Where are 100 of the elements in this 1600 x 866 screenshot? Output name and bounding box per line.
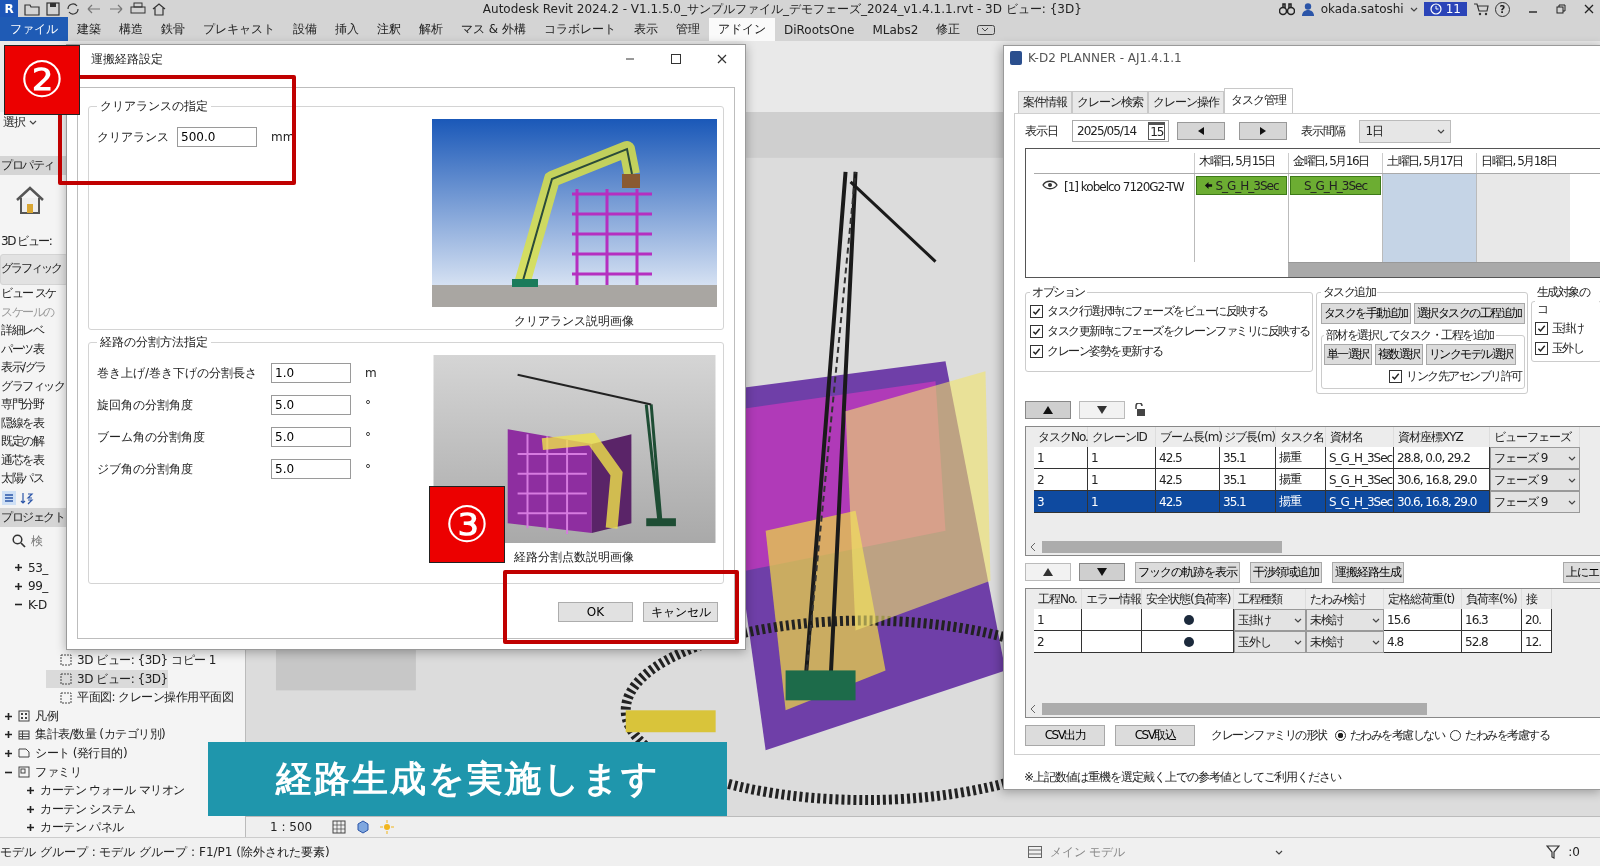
tree-item[interactable]: 凡例 xyxy=(4,706,58,726)
field-label: 旋回角の分割角度 xyxy=(97,396,194,414)
tree-item[interactable]: カーテン システム xyxy=(26,799,136,819)
ribbon-tab[interactable]: 注釈 xyxy=(368,18,410,41)
group-title: 経路の分割方法指定 xyxy=(99,334,209,351)
ribbon-tab[interactable]: DiRootsOne xyxy=(775,19,864,40)
group-title: クリアランスの指定 xyxy=(99,98,209,115)
binoculars-icon[interactable] xyxy=(1278,2,1295,16)
expand-icon[interactable] xyxy=(14,563,23,573)
clearance-field[interactable]: 500.0 xyxy=(177,127,257,147)
caret-icon xyxy=(29,120,37,126)
close-icon[interactable] xyxy=(717,54,727,64)
save-icon[interactable] xyxy=(46,2,60,16)
tab[interactable]: クレーン操作 xyxy=(1148,91,1224,113)
user-icon[interactable] xyxy=(1300,2,1315,16)
field-label: 巻き上げ/巻き下げの分割長さ xyxy=(97,364,259,382)
tree-item[interactable]: 平面図: クレーン操作用平面図 xyxy=(46,688,234,707)
field-label: ブーム角の分割角度 xyxy=(97,428,206,446)
detail-level-icon[interactable] xyxy=(332,820,347,834)
notification-button[interactable]: 11 xyxy=(1423,2,1467,16)
redo-icon[interactable] xyxy=(108,3,124,15)
ribbon-tab[interactable]: マス & 外構 xyxy=(452,18,535,41)
ribbon-tab[interactable]: 挿入 xyxy=(326,18,368,41)
panel-toggle-icon[interactable] xyxy=(977,24,996,35)
tree-item[interactable]: 53_ xyxy=(14,558,48,577)
tab[interactable]: タスク管理 xyxy=(1224,88,1293,113)
property-row-text: パーツ表 xyxy=(0,340,43,358)
ribbon-tab[interactable]: コラボレート xyxy=(535,18,625,41)
app-icon xyxy=(1010,51,1022,65)
user-name[interactable]: okada.satoshi xyxy=(1320,2,1404,16)
family-icon xyxy=(18,766,30,778)
view-icon xyxy=(60,673,72,686)
property-row-text: 隠線を表 xyxy=(0,414,43,432)
property-row-text: ビュー スケ xyxy=(0,285,56,303)
search-icon xyxy=(12,534,26,549)
search-field[interactable]: 検 xyxy=(31,534,59,549)
workset-icon[interactable] xyxy=(1027,846,1042,858)
select-dropdown[interactable]: 選択 xyxy=(3,114,37,132)
app-logo: R xyxy=(0,0,18,18)
tree-item[interactable]: 3D ビュー: {3D} xyxy=(46,669,168,689)
ribbon-tab[interactable]: 修正 xyxy=(927,18,970,41)
expand-icon[interactable] xyxy=(26,823,35,833)
expand-icon[interactable] xyxy=(4,730,13,740)
scale-label[interactable]: 1 : 500 xyxy=(270,820,313,834)
window-title: Autodesk Revit 2024.2 - V1.1.5.0_サンプルファイル_デモフェーズ_2024_v1.4.1.1.rvt - 3D ビュー: {3D} xyxy=(481,0,1082,18)
legend-icon xyxy=(18,710,30,723)
property-row-text: 太陽パス xyxy=(0,470,43,488)
ribbon-tab[interactable]: 設備 xyxy=(284,18,326,41)
expand-icon[interactable] xyxy=(26,804,35,814)
tree-item[interactable]: 3D ビュー: {3D} コピー 1 xyxy=(46,651,216,670)
ribbon-tab[interactable]: 表示 xyxy=(625,18,667,41)
caret-icon xyxy=(1275,849,1284,855)
home-icon[interactable] xyxy=(152,2,166,16)
property-row-text: 通芯を表 xyxy=(0,451,43,469)
cube-icon[interactable] xyxy=(356,820,371,834)
tab[interactable]: クレーン検索 xyxy=(1072,91,1148,113)
property-row-text: 表示/グラ xyxy=(0,359,46,377)
ribbon-tab[interactable]: 解析 xyxy=(410,18,452,41)
status-text: モデル グループ : モデル グループ : F1/P1 (除外された要素) xyxy=(0,843,330,861)
tab[interactable]: 案件情報 xyxy=(1018,91,1072,113)
ribbon-tab[interactable]: 鉄骨 xyxy=(152,18,194,41)
category-sort-icon[interactable] xyxy=(2,490,16,505)
sync-icon[interactable] xyxy=(66,2,80,16)
undo-icon[interactable] xyxy=(86,3,102,15)
ribbon-tab[interactable]: ファイル xyxy=(0,17,68,42)
filter-count: :0 xyxy=(1568,845,1580,859)
expand-icon[interactable] xyxy=(26,786,35,796)
tree-item[interactable]: カーテン パネル xyxy=(26,818,124,838)
property-row-text: グラフィック xyxy=(0,377,64,395)
clock-icon xyxy=(1429,3,1442,15)
view-icon xyxy=(60,654,72,667)
ribbon-tab[interactable]: プレキャスト xyxy=(194,18,284,41)
tree-item[interactable]: ファミリ xyxy=(4,762,81,782)
maximize-icon[interactable] xyxy=(671,54,681,64)
tree-item[interactable]: K-D xyxy=(14,595,47,615)
cart-icon[interactable] xyxy=(1473,2,1489,16)
tree-item[interactable]: シート (発行目的) xyxy=(4,744,128,763)
alphabetical-sort-icon[interactable] xyxy=(20,490,34,505)
dialog-title: 運搬経路設定 xyxy=(91,50,163,68)
sheet-icon xyxy=(18,747,30,760)
tree-item[interactable]: 集計表/数量 (カテゴリ別) xyxy=(4,725,166,745)
filter-icon[interactable] xyxy=(1546,845,1561,859)
ribbon-tab[interactable]: 建築 xyxy=(68,18,110,41)
view-icon xyxy=(60,691,72,704)
tree-item[interactable]: カーテン ウォール マリオン xyxy=(26,781,185,800)
folder-icon[interactable] xyxy=(24,2,40,16)
property-row-text: 詳細レベ xyxy=(0,322,43,340)
property-row: グラフィック xyxy=(0,254,68,285)
house-icon xyxy=(15,184,45,215)
restore-icon[interactable] xyxy=(1556,4,1566,14)
close-icon[interactable] xyxy=(1584,4,1594,14)
ribbon-tab[interactable]: アドイン xyxy=(709,18,775,41)
ribbon-tab[interactable]: MLabs2 xyxy=(863,19,928,40)
print-icon[interactable] xyxy=(130,2,146,16)
tree-item[interactable]: 99_ xyxy=(14,576,48,596)
ribbon-tab[interactable]: 構造 xyxy=(110,18,152,41)
expand-icon[interactable] xyxy=(4,711,13,721)
expand-icon[interactable] xyxy=(14,581,23,591)
expand-icon[interactable] xyxy=(4,748,13,758)
ribbon-tab[interactable]: 管理 xyxy=(667,18,709,41)
